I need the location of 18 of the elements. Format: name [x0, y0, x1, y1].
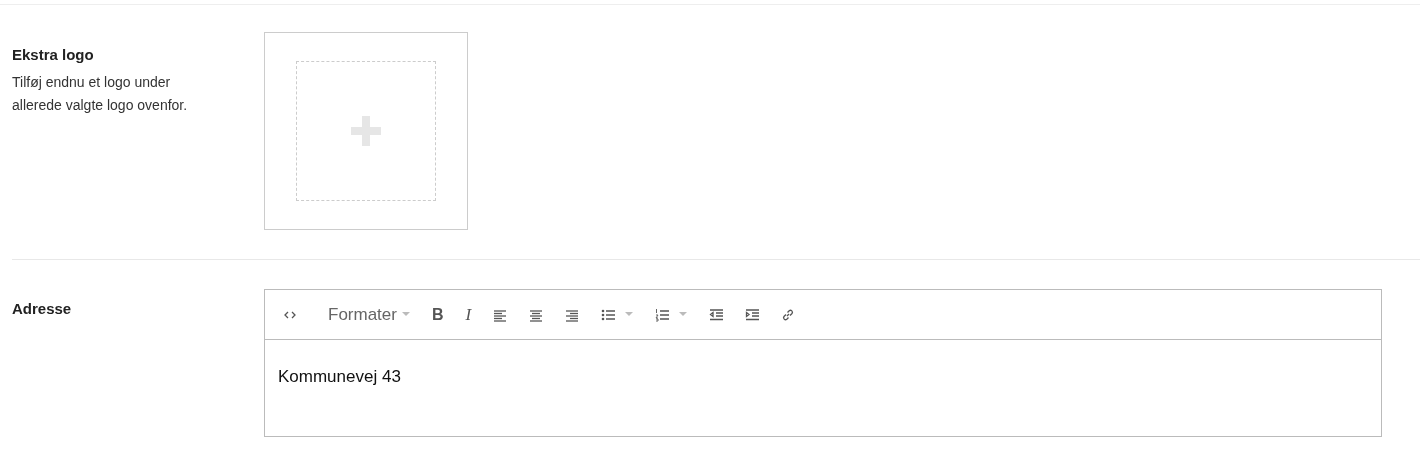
outdent-icon[interactable] — [709, 307, 724, 322]
align-center-icon[interactable] — [529, 307, 544, 322]
field-description: Tilføj endnu et logo under allerede valgte logo ovenfor. — [12, 73, 189, 115]
align-right-icon[interactable] — [565, 307, 580, 322]
numbered-list-icon[interactable] — [655, 307, 670, 322]
field-label: Adresse — [12, 299, 73, 319]
link-icon[interactable] — [781, 307, 796, 322]
rich-text-editor[interactable]: Formater B I Kommunevej 43 — [264, 289, 1382, 437]
caret-icon — [401, 312, 410, 317]
italic-button[interactable]: I — [465, 306, 472, 323]
editor-text[interactable]: Kommunevej 43 — [265, 340, 1381, 390]
format-dropdown[interactable]: Formater — [328, 301, 410, 328]
bold-button[interactable]: B — [431, 306, 444, 323]
field-label: Ekstra logo — [12, 45, 95, 65]
align-left-icon[interactable] — [493, 307, 508, 322]
plus-icon — [351, 116, 381, 146]
indent-icon[interactable] — [745, 307, 760, 322]
bullet-list-icon[interactable] — [601, 307, 616, 322]
